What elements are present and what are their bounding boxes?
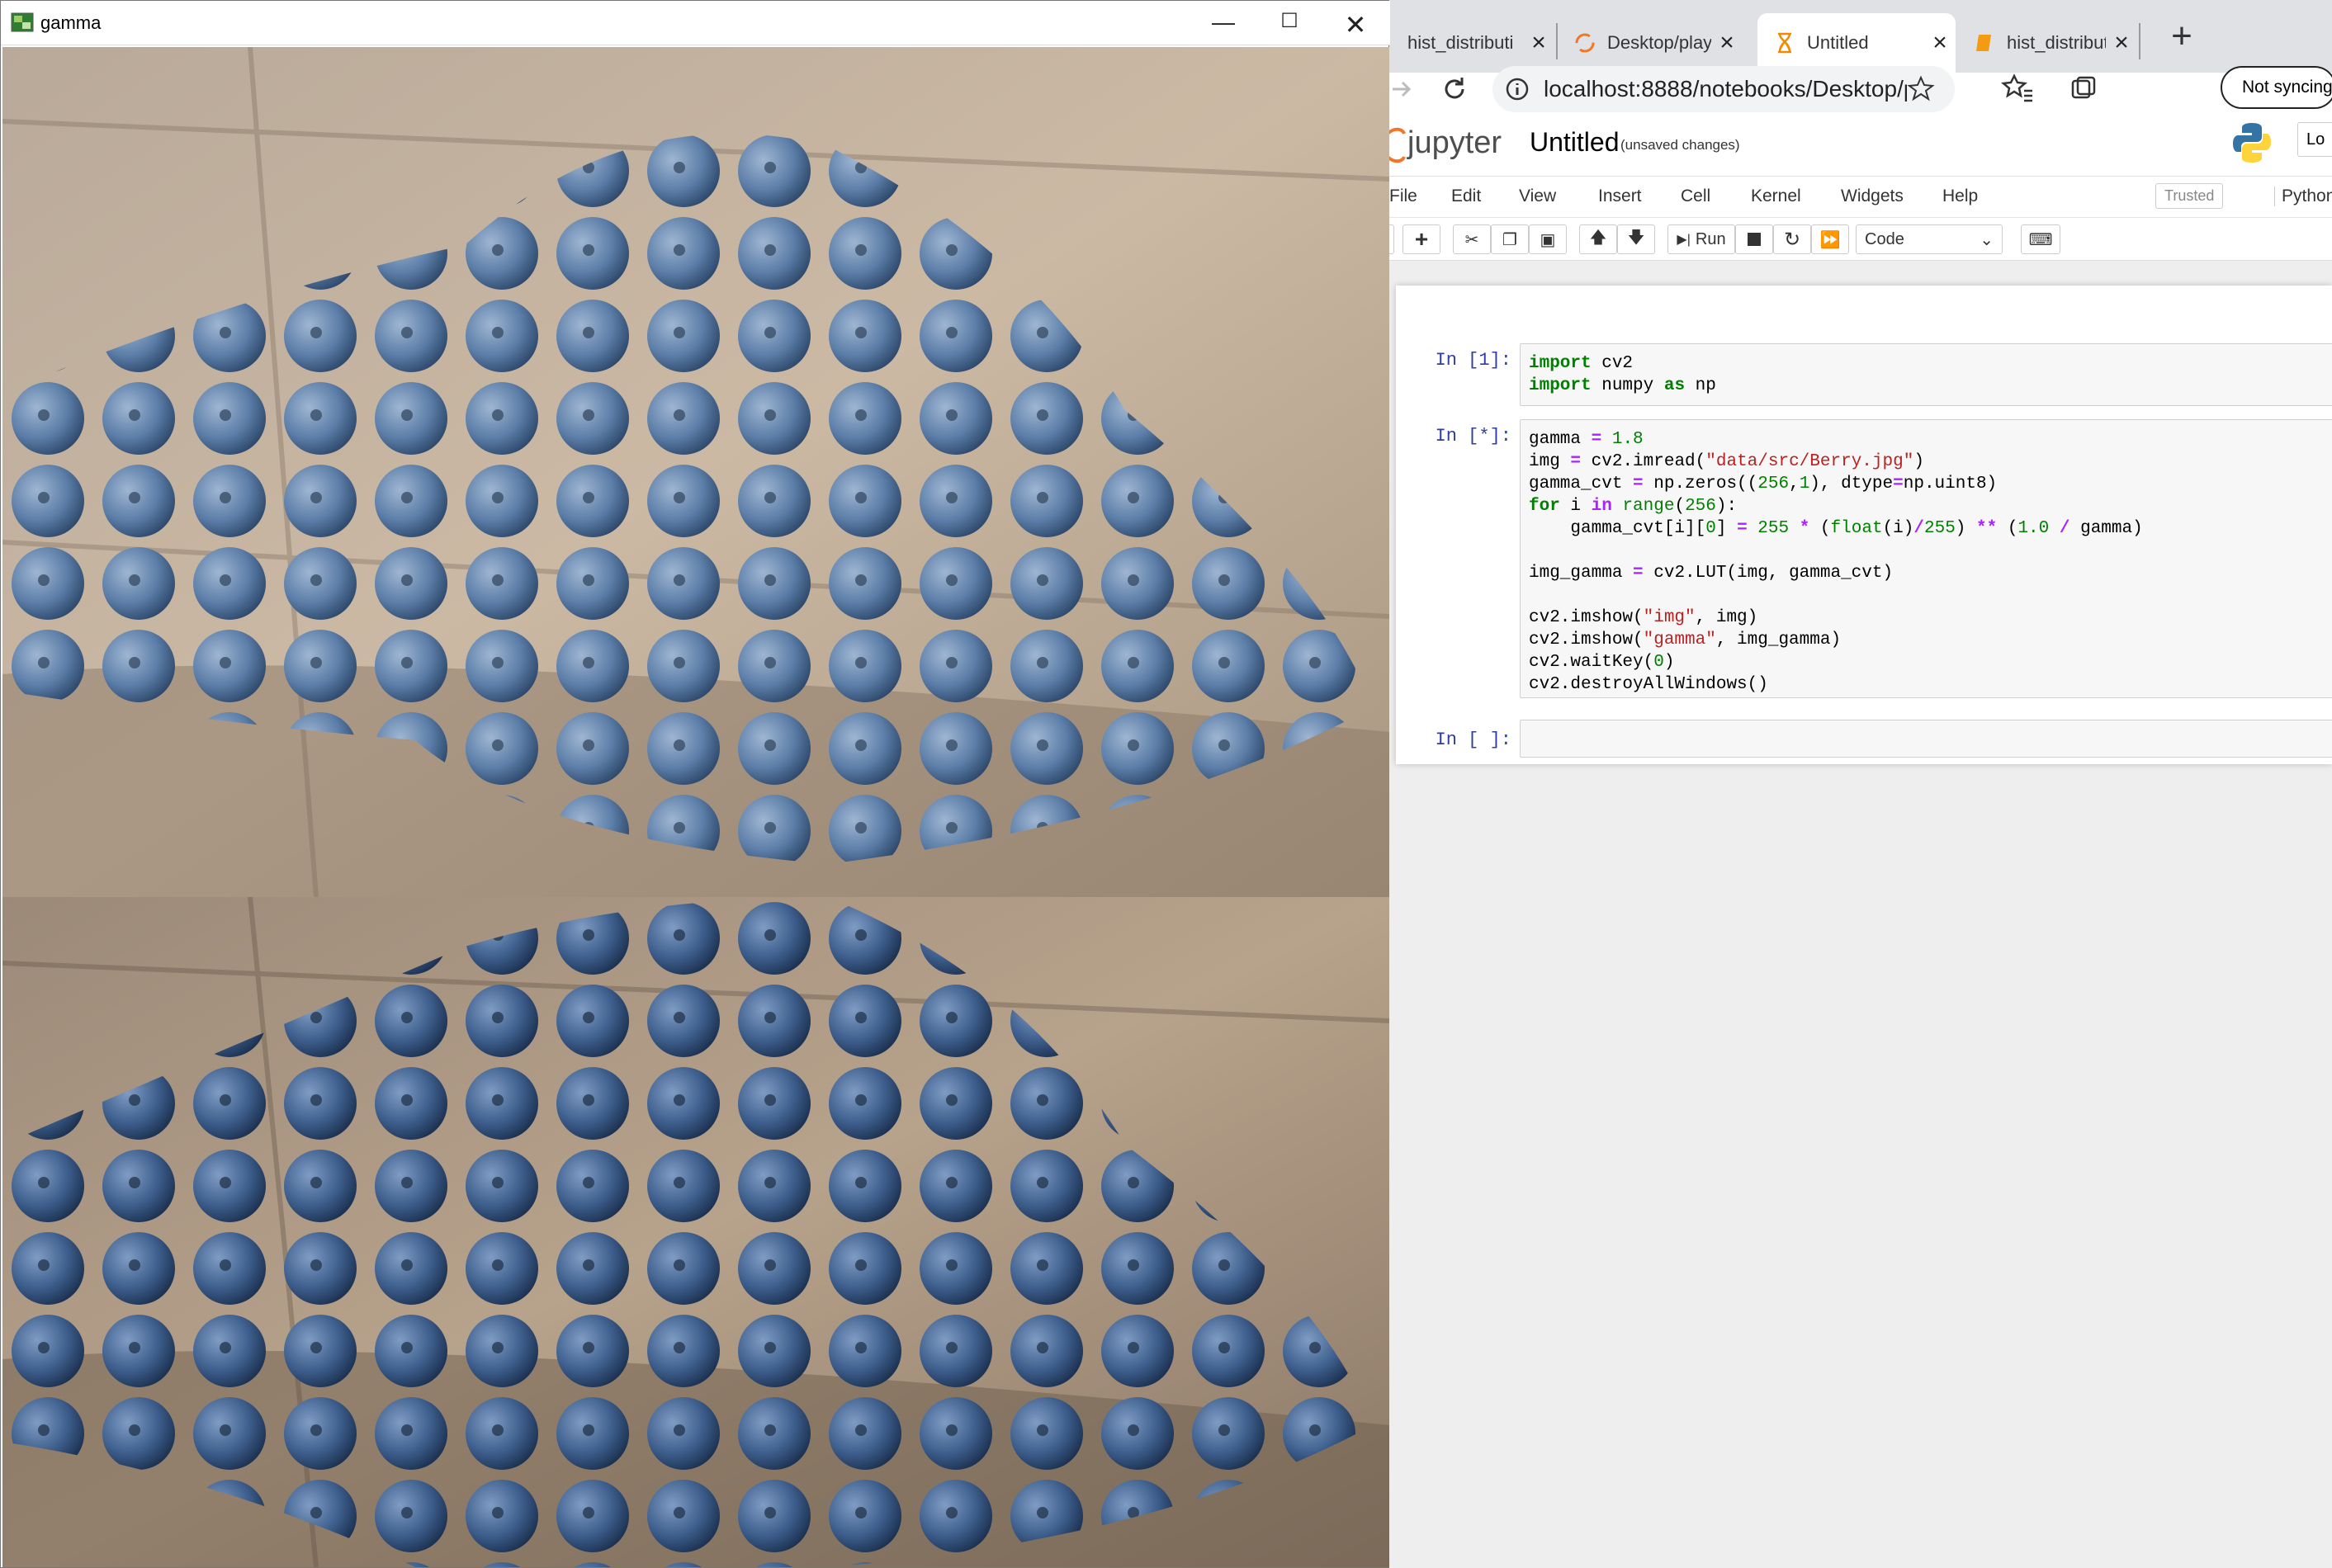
close-tab-icon[interactable]: × (2106, 29, 2137, 57)
cut-button[interactable]: ✂ (1453, 224, 1491, 254)
cell-prompt: In [ ]: (1435, 730, 1511, 750)
notebook-icon (1976, 35, 1991, 51)
blueberries-image (2, 897, 1389, 1567)
tab-label: hist_distributi (1407, 32, 1514, 53)
menu-insert[interactable]: Insert (1598, 187, 1642, 206)
refresh-icon[interactable] (1435, 69, 1474, 109)
close-tab-icon[interactable]: × (1711, 29, 1743, 57)
fast-forward-icon: ⏩ (1819, 230, 1841, 249)
stop-icon (1748, 233, 1761, 246)
chevron-down-icon: ⌄ (1980, 230, 1994, 249)
code-cell-1[interactable]: import cv2 import numpy as np (1520, 343, 2332, 406)
cell-prompt: In [*]: (1435, 426, 1511, 446)
paste-button[interactable]: ▣ (1529, 224, 1567, 254)
maximize-button[interactable]: ☐ (1269, 9, 1310, 37)
run-label: Run (1695, 229, 1726, 248)
notebook-toolbar: + ✂ ❐ ▣ 🡅 🡇 ▶| Run ↻ ⏩ Code ⌄ ⌨ (1381, 218, 2332, 261)
plus-icon: + (1414, 226, 1429, 252)
info-icon[interactable] (1504, 76, 1530, 102)
app-icon (11, 12, 34, 32)
copy-icon: ❐ (1502, 230, 1517, 249)
interrupt-button[interactable] (1735, 224, 1773, 254)
logout-button[interactable]: Lo (2297, 122, 2332, 157)
paste-icon: ▣ (1540, 230, 1556, 249)
blueberries-image (2, 47, 1389, 897)
new-tab-button[interactable]: + (2161, 18, 2202, 59)
cell-type-select[interactable]: Code ⌄ (1856, 224, 2003, 254)
close-tab-icon[interactable]: × (1523, 29, 1554, 57)
cell-prompt: In [1]: (1435, 350, 1511, 371)
close-tab-icon[interactable]: × (1924, 29, 1956, 57)
command-palette-button[interactable]: ⌨ (2021, 224, 2060, 254)
hourglass-icon (1778, 32, 1791, 54)
run-icon: ▶| (1677, 233, 1691, 247)
maximize-icon: ☐ (1280, 10, 1298, 32)
run-button[interactable]: ▶| Run (1667, 224, 1735, 254)
minimize-button[interactable]: — (1203, 9, 1244, 37)
restart-icon: ↻ (1783, 228, 1801, 251)
copy-button[interactable]: ❐ (1491, 224, 1529, 254)
close-window-button[interactable]: ✕ (1335, 9, 1376, 40)
tab-untitled[interactable]: Untitled × (1757, 13, 1956, 73)
tab-label: hist_distributi (2007, 32, 2106, 53)
tab-bar: hist_distributi × Desktop/play × Untitle… (1389, 0, 2332, 73)
jupyter-icon (1575, 33, 1595, 53)
menu-widgets[interactable]: Widgets (1841, 187, 1904, 206)
add-favorite-icon[interactable] (1907, 75, 1935, 103)
minimize-icon: — (1212, 9, 1235, 35)
move-up-button[interactable]: 🡅 (1579, 224, 1617, 254)
restart-button[interactable]: ↻ (1773, 224, 1811, 254)
jupyter-menubar: File Edit View Insert Cell Kernel Widget… (1389, 177, 2332, 218)
favorites-icon[interactable] (1998, 69, 2037, 109)
tab-hist-distribution-2[interactable]: hist_distributi × (1957, 13, 2137, 73)
gamma-image-top (2, 47, 1389, 897)
scissors-icon: ✂ (1464, 230, 1479, 249)
save-status: (unsaved changes) (1620, 137, 1740, 153)
kernel-indicator: Python (2274, 187, 2332, 206)
sync-status-button[interactable]: Not syncing (2221, 66, 2332, 109)
collections-icon[interactable] (2065, 69, 2104, 109)
tab-divider (2139, 23, 2140, 59)
trusted-indicator[interactable]: Trusted (2155, 183, 2224, 209)
close-icon: ✕ (1344, 10, 1367, 40)
move-down-button[interactable]: 🡇 (1617, 224, 1655, 254)
notebook-container: In [1]: import cv2 import numpy as np In… (1396, 286, 2332, 764)
restart-run-all-button[interactable]: ⏩ (1811, 224, 1849, 254)
menu-kernel[interactable]: Kernel (1751, 187, 1801, 206)
keyboard-icon: ⌨ (2028, 230, 2053, 249)
menu-cell[interactable]: Cell (1681, 187, 1710, 206)
arrow-down-icon: 🡇 (1627, 229, 1645, 247)
code-cell-3[interactable] (1520, 720, 2332, 758)
window-titlebar[interactable]: gamma — ☐ ✕ (1, 1, 1390, 45)
address-bar[interactable]: localhost:8888/notebooks/Desktop/play_p.… (1492, 66, 1955, 112)
browser-window: hist_distributi × Desktop/play × Untitle… (1381, 0, 2332, 1568)
gamma-image-bottom (2, 897, 1389, 1567)
url-text[interactable]: localhost:8888/notebooks/Desktop/play_p.… (1544, 76, 1907, 102)
tab-label: Desktop/play (1607, 32, 1711, 53)
tab-desktop-play[interactable]: Desktop/play × (1558, 13, 1743, 73)
menu-help[interactable]: Help (1942, 187, 1978, 206)
opencv-window: gamma — ☐ ✕ (0, 0, 1390, 1568)
cell-type-value: Code (1865, 229, 1904, 248)
code-cell-2[interactable]: gamma = 1.8 img = cv2.imread("data/src/B… (1520, 419, 2332, 698)
jupyter-header: jupyter Untitled (unsaved changes) Lo (1386, 117, 2332, 177)
menu-view[interactable]: View (1519, 187, 1556, 206)
tab-hist-distribution-1[interactable]: hist_distributi × (1389, 13, 1554, 73)
insert-cell-button[interactable]: + (1403, 224, 1440, 254)
arrow-up-icon: 🡅 (1589, 229, 1607, 247)
menu-file[interactable]: File (1389, 187, 1417, 206)
python-logo-icon (2233, 123, 2271, 163)
window-title: gamma (40, 12, 102, 33)
notebook-title[interactable]: Untitled (1530, 127, 1620, 158)
notebook-body: In [1]: import cv2 import numpy as np In… (1389, 261, 2332, 1568)
jupyter-logo-text: jupyter (1407, 125, 1502, 160)
menu-edit[interactable]: Edit (1451, 187, 1481, 206)
tab-label: Untitled (1807, 32, 1869, 53)
